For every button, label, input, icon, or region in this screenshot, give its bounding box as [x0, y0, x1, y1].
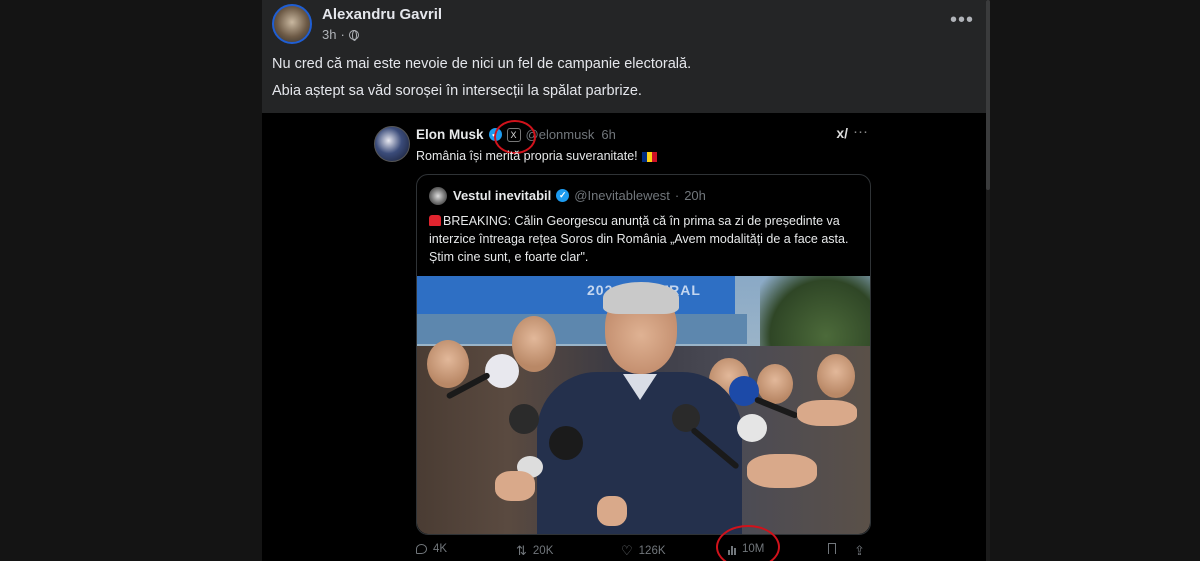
repost-icon: ⇅	[516, 543, 527, 558]
tweet-screenshot[interactable]: Elon Musk ✓ X @elonmusk 6h x/ ··· Români…	[262, 113, 986, 561]
views-icon	[728, 544, 736, 555]
tweet-time: 6h	[601, 127, 616, 142]
scrollbar-thumb[interactable]	[986, 0, 990, 190]
photo-person	[427, 340, 469, 388]
tweet-header: Elon Musk ✓ X @elonmusk 6h	[416, 127, 618, 142]
photo-hand	[495, 471, 535, 501]
tweet-more-icon: ···	[853, 123, 868, 140]
post-text-line-1: Nu cred că mai este nevoie de nici un fe…	[272, 56, 692, 72]
reply-count: 4K	[433, 543, 448, 555]
photo-hand	[797, 400, 857, 426]
grok-icon: x/	[836, 125, 848, 141]
globe-icon	[348, 29, 359, 41]
heart-icon: ♡	[621, 543, 633, 558]
photo-person	[512, 316, 556, 372]
repost-count: 20K	[532, 545, 554, 557]
microphone	[509, 404, 539, 434]
tweet-text: România își merită propria suveranitate!	[416, 149, 657, 163]
quote-author-name: Vestul inevitabil	[453, 188, 552, 203]
more-options-icon[interactable]: •••	[950, 10, 974, 30]
romania-flag-icon	[641, 151, 657, 162]
post-time[interactable]: 3h	[322, 27, 336, 42]
quoted-tweet: Vestul inevitabil ✓ @Inevitablewest · 20…	[416, 174, 871, 535]
photo-man-hair	[603, 282, 679, 314]
author-name[interactable]: Alexandru Gavril	[322, 6, 442, 23]
tweet-author-name: Elon Musk	[416, 127, 484, 142]
quote-handle: @Inevitablewest	[574, 188, 670, 203]
photo-person	[817, 354, 855, 398]
like-action[interactable]: ♡ 126K	[621, 543, 666, 559]
share-action[interactable]: ⇪	[854, 543, 865, 559]
post-text-line-2: Abia aștept sa văd soroșei în intersecți…	[272, 83, 642, 99]
microphone	[485, 354, 519, 388]
post-meta: 3h ·	[322, 27, 359, 42]
photo-hand	[747, 454, 817, 488]
x-badge-icon: X	[506, 127, 521, 142]
verified-icon: ✓	[556, 189, 570, 202]
tweet-actions: 4K ⇅ 20K ♡ 126K 10M ⇪	[416, 543, 871, 559]
press-photo: 2024 CENTRAL	[417, 276, 870, 534]
like-count: 126K	[638, 545, 666, 557]
reply-action[interactable]: 4K	[416, 543, 447, 555]
quote-text: BREAKING: Călin Georgescu anunță că în p…	[429, 212, 859, 266]
share-icon: ⇪	[854, 543, 865, 558]
repost-action[interactable]: ⇅ 20K	[516, 543, 553, 559]
photo-building	[417, 314, 747, 344]
bookmark-action[interactable]	[828, 543, 836, 554]
quote-text-content: BREAKING: Călin Georgescu anunță că în p…	[429, 214, 849, 264]
quote-separator: ·	[674, 188, 680, 203]
microphone	[737, 414, 767, 442]
author-avatar[interactable]	[272, 4, 312, 44]
facebook-post: Alexandru Gavril 3h · ••• Nu cred că mai…	[262, 0, 986, 561]
verified-icon: ✓	[488, 128, 502, 141]
views-count: 10M	[742, 543, 765, 555]
reply-icon	[416, 544, 427, 554]
views-action[interactable]: 10M	[728, 543, 764, 555]
bookmark-icon	[828, 543, 836, 554]
quote-avatar	[429, 187, 447, 205]
tweet-text-content: România își merită propria suveranitate!	[416, 149, 638, 163]
siren-icon	[429, 215, 441, 226]
quote-header: Vestul inevitabil ✓ @Inevitablewest · 20…	[453, 188, 706, 203]
tweet-avatar	[374, 126, 410, 162]
photo-hand	[597, 496, 627, 526]
microphone	[549, 426, 583, 460]
meta-separator: ·	[340, 27, 345, 42]
tweet-handle: @elonmusk	[525, 127, 595, 142]
quote-time: 20h	[684, 188, 706, 203]
